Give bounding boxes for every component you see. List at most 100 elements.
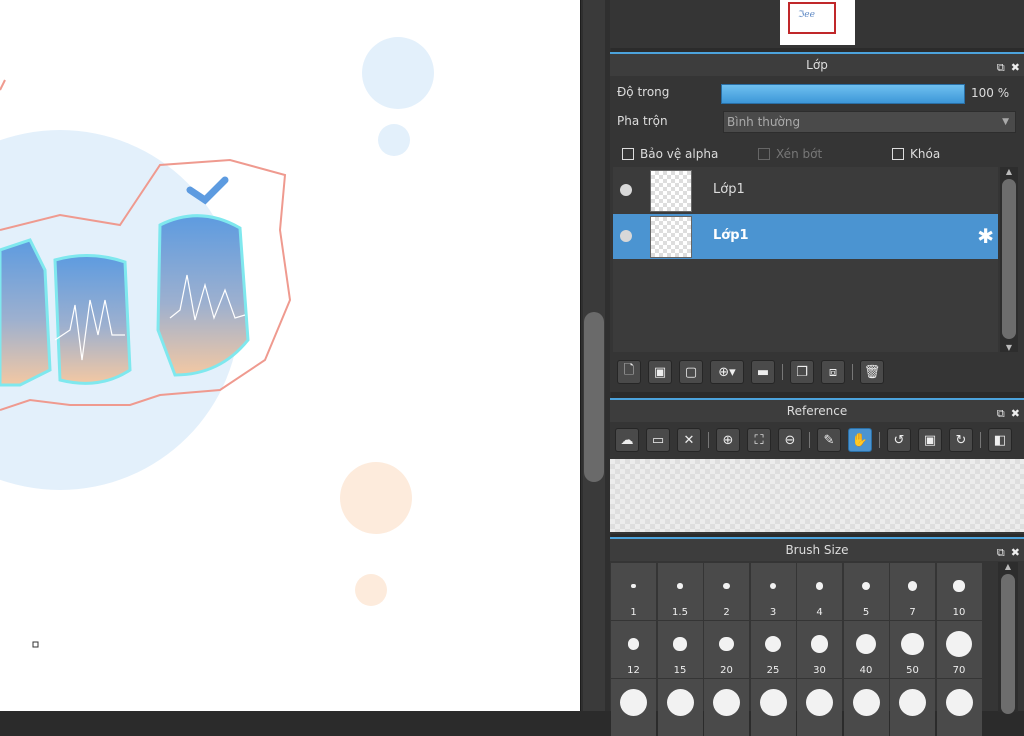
brush-size-label: 7 xyxy=(909,607,916,618)
popout-icon[interactable]: ⧉ xyxy=(997,407,1005,420)
layer-list-scrollbar[interactable]: ▲ ▼ xyxy=(1000,167,1018,352)
close-icon[interactable]: ✖ xyxy=(1011,407,1020,420)
brush-dot-icon xyxy=(673,637,687,651)
chevron-down-icon: ▼ xyxy=(1002,117,1009,127)
scroll-up-icon[interactable]: ▲ xyxy=(998,562,1018,571)
bg-circle xyxy=(378,124,410,156)
brush-dot-icon xyxy=(627,638,640,650)
brush-size-cell[interactable]: 40 xyxy=(843,621,889,678)
brush-size-cell[interactable]: 2 xyxy=(704,563,749,620)
brush-size-label: 50 xyxy=(906,665,919,676)
brush-size-cell[interactable]: 1.5 xyxy=(657,563,703,620)
brush-dot-icon xyxy=(946,631,972,657)
zoom-out-icon[interactable]: ⊖ xyxy=(778,428,802,452)
brush-size-cell[interactable]: 30 xyxy=(797,621,842,678)
visibility-icon[interactable] xyxy=(620,230,632,242)
hand-icon[interactable]: ✋ xyxy=(848,428,872,452)
brush-size-cell[interactable]: 10 xyxy=(936,563,982,620)
flip-icon[interactable]: ◧ xyxy=(988,428,1012,452)
toolbar-separator xyxy=(879,432,880,448)
rotate-left-icon[interactable]: ↺ xyxy=(887,428,911,452)
protect-alpha-checkbox[interactable]: Bảo vệ alpha xyxy=(622,147,718,161)
brush-size-cell[interactable]: 4 xyxy=(797,563,842,620)
brush-size-cell[interactable]: 3 xyxy=(750,563,796,620)
brush-size-cell[interactable] xyxy=(890,679,935,736)
brush-size-cell[interactable]: 50 xyxy=(890,621,935,678)
cursor-marker xyxy=(32,641,39,648)
clipping-checkbox[interactable]: Xén bớt xyxy=(758,147,822,161)
drawing-canvas[interactable] xyxy=(0,0,580,711)
brush-size-cell[interactable] xyxy=(657,679,703,736)
trash-icon[interactable]: 🗑 xyxy=(860,360,884,384)
scrollbar-thumb[interactable] xyxy=(1001,574,1015,714)
opacity-slider[interactable] xyxy=(721,84,965,104)
popout-icon[interactable]: ⧉ xyxy=(997,546,1005,559)
add-layer-menu-icon[interactable]: ⊕▾ xyxy=(710,360,744,384)
brush-grid-scrollbar[interactable]: ▲ xyxy=(998,562,1018,714)
brush-size-panel: Brush Size ⧉ ✖ 1 1.5 2 3 4 5 7 10 12 15 20 25 30 40 50 7… xyxy=(610,537,1024,736)
reference-image-area[interactable] xyxy=(610,459,1024,532)
blend-mode-select[interactable]: Bình thường ▼ xyxy=(723,111,1016,133)
brush-size-cell[interactable] xyxy=(750,679,796,736)
brush-dot-icon xyxy=(666,688,694,716)
close-icon[interactable]: ✖ xyxy=(1011,546,1020,559)
popout-icon[interactable]: ⧉ xyxy=(997,61,1005,74)
scrollbar-thumb[interactable] xyxy=(1002,179,1016,339)
folder-icon[interactable]: ▬ xyxy=(751,360,775,384)
brush-size-label: 5 xyxy=(862,607,870,618)
fit-screen-icon[interactable]: ⛶ xyxy=(747,428,771,452)
brush-size-cell[interactable]: 25 xyxy=(750,621,796,678)
zoom-in-icon[interactable]: ⊕ xyxy=(716,428,740,452)
blend-mode-value: Bình thường xyxy=(727,115,801,129)
toolbar-separator xyxy=(782,364,783,380)
clipping-label: Xén bớt xyxy=(776,147,823,161)
eyedropper-icon[interactable]: ✎ xyxy=(817,428,841,452)
brush-dot-icon xyxy=(815,582,824,590)
brush-size-cell[interactable] xyxy=(843,679,889,736)
navigator-thumbnail[interactable]: ℑℯℯ xyxy=(780,0,855,45)
lock-checkbox[interactable]: Khóa xyxy=(892,147,940,161)
bg-circle xyxy=(340,462,412,534)
scroll-up-icon[interactable]: ▲ xyxy=(1000,167,1018,176)
visibility-icon[interactable] xyxy=(620,184,632,196)
reference-panel-header: Reference ⧉ ✖ xyxy=(610,398,1024,422)
close-icon[interactable]: ✕ xyxy=(677,428,701,452)
brush-size-cell[interactable]: 15 xyxy=(657,621,703,678)
brush-size-cell[interactable]: 7 xyxy=(890,563,935,620)
brush-size-label: 1.5 xyxy=(672,607,688,618)
brush-size-cell[interactable]: 12 xyxy=(611,621,656,678)
layer-row[interactable]: Lớp1 xyxy=(613,168,998,213)
open-folder-icon[interactable]: ▭ xyxy=(646,428,670,452)
brush-size-panel-title: Brush Size xyxy=(785,543,849,557)
layer-thumbnail xyxy=(650,170,692,212)
brush-size-label: 70 xyxy=(952,665,966,676)
new-1bit-layer-icon[interactable]: ▢ xyxy=(679,360,703,384)
scroll-down-icon[interactable]: ▼ xyxy=(1000,343,1018,352)
scrollbar-thumb[interactable] xyxy=(584,312,604,482)
brush-dot-icon xyxy=(861,581,871,591)
new-layer-icon[interactable]: 🗋 xyxy=(617,360,641,384)
brush-size-cell[interactable]: 1 xyxy=(611,563,656,620)
gear-icon[interactable]: ✱ xyxy=(977,224,994,248)
protect-alpha-label: Bảo vệ alpha xyxy=(640,147,719,161)
checkbox-box xyxy=(892,148,904,160)
reset-view-icon[interactable]: ▣ xyxy=(918,428,942,452)
layer-row-selected[interactable]: Lớp1 ✱ xyxy=(613,214,998,259)
new-8bit-layer-icon[interactable]: ▣ xyxy=(648,360,672,384)
brush-size-cell[interactable]: 20 xyxy=(704,621,749,678)
brush-size-cell[interactable]: 5 xyxy=(843,563,889,620)
brush-size-cell[interactable] xyxy=(704,679,749,736)
brush-size-cell[interactable] xyxy=(936,679,982,736)
merge-layer-icon[interactable]: ⧈ xyxy=(821,360,845,384)
brush-size-cell[interactable]: 70 xyxy=(936,621,982,678)
rotate-right-icon[interactable]: ↻ xyxy=(949,428,973,452)
canvas-vertical-scrollbar[interactable] xyxy=(580,0,611,711)
close-icon[interactable]: ✖ xyxy=(1011,61,1020,74)
duplicate-layer-icon[interactable]: ❐ xyxy=(790,360,814,384)
brush-size-label: 30 xyxy=(813,665,826,676)
brush-size-cell[interactable] xyxy=(611,679,656,736)
brush-dot-icon xyxy=(852,688,880,716)
cloud-icon[interactable]: ☁ xyxy=(615,428,639,452)
brush-size-cell[interactable] xyxy=(797,679,842,736)
brush-dot-icon xyxy=(810,635,829,653)
